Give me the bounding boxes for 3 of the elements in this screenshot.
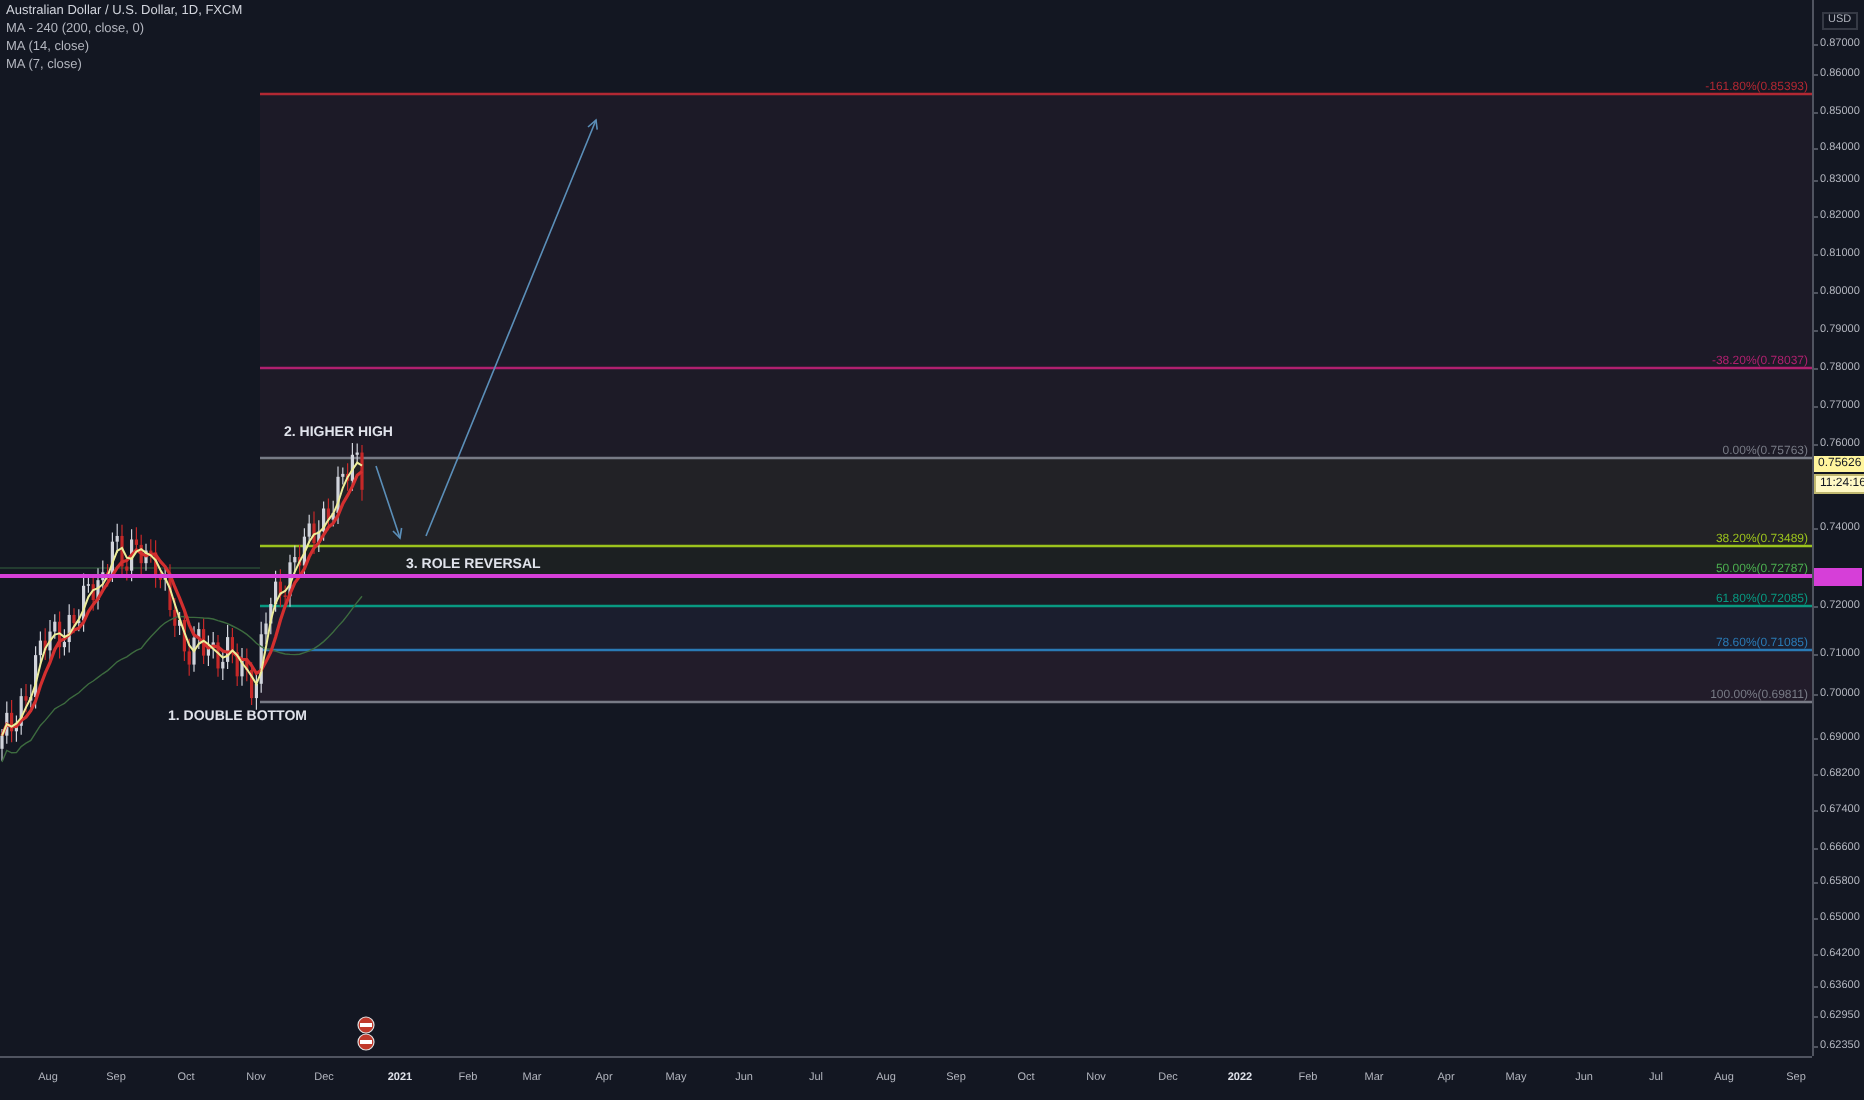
arrow (375, 465, 403, 540)
reaction-badges-icon (352, 1016, 380, 1052)
price-marker (1814, 568, 1862, 586)
